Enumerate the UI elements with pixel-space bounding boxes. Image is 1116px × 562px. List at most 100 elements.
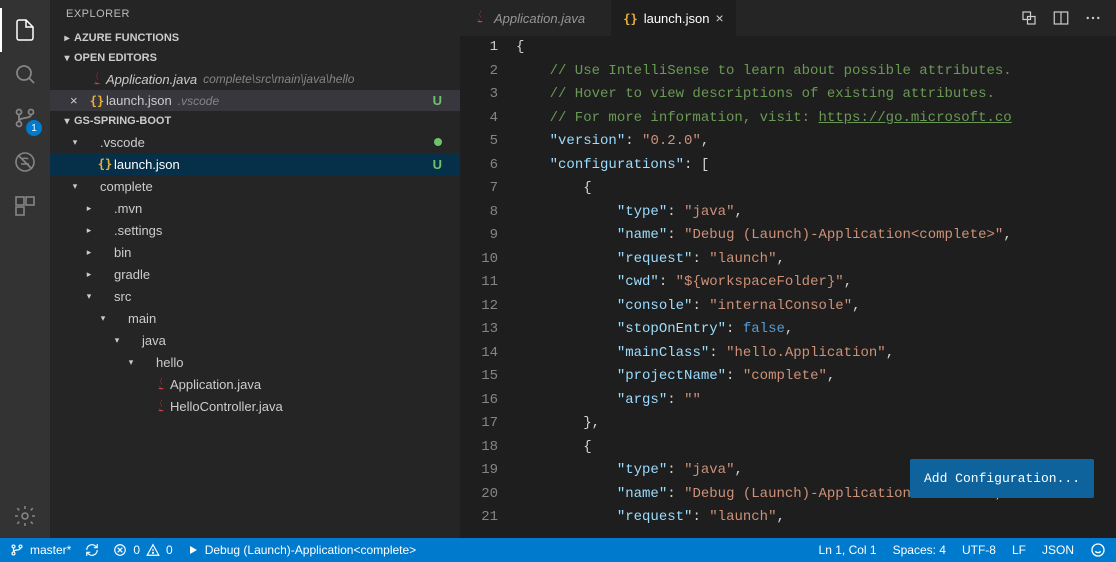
file-name: launch.json (106, 93, 172, 108)
tree-folder[interactable]: ▸ .settings (50, 219, 460, 241)
more-icon[interactable] (1084, 9, 1102, 27)
tree-file[interactable]: Application.java (50, 373, 460, 395)
tree-label: HelloController.java (170, 399, 283, 414)
tree-label: gradle (114, 267, 150, 282)
chevron-icon: ▸ (82, 203, 96, 214)
feedback-icon[interactable] (1090, 542, 1106, 558)
tree-label: .mvn (114, 201, 142, 216)
add-configuration-button[interactable]: Add Configuration... (910, 459, 1094, 499)
gear-icon (13, 504, 37, 528)
tree-folder[interactable]: ▸ gradle (50, 263, 460, 285)
status-encoding[interactable]: UTF-8 (962, 543, 996, 557)
git-status: U (433, 157, 454, 172)
file-icon: {} (623, 11, 637, 26)
chevron-icon: ▸ (82, 247, 96, 258)
file-icon (152, 398, 170, 414)
tree-label: .vscode (100, 135, 145, 150)
tree-label: java (142, 333, 166, 348)
close-icon[interactable]: × (715, 10, 723, 26)
file-icon (152, 376, 170, 392)
tree-label: main (128, 311, 156, 326)
chevron-icon: ▾ (110, 335, 124, 346)
editor-body[interactable]: 123456789101112131415161718192021 { // U… (460, 36, 1116, 538)
git-status: U (433, 93, 454, 108)
tree-label: hello (156, 355, 183, 370)
file-icon: {} (96, 157, 114, 171)
tree-label: .settings (114, 223, 162, 238)
section-azure[interactable]: ▸AZURE FUNCTIONS (50, 28, 460, 48)
activity-bar: 1 (0, 0, 50, 538)
files-icon (13, 18, 37, 42)
find-references-icon[interactable] (1020, 9, 1038, 27)
line-gutter: 123456789101112131415161718192021 (460, 36, 516, 538)
error-icon (113, 543, 127, 557)
section-workspace[interactable]: ▾GS-SPRING-BOOT (50, 111, 460, 131)
file-path: .vscode (178, 94, 219, 108)
status-problems[interactable]: 0 0 (113, 543, 172, 557)
tree-label: complete (100, 179, 153, 194)
sidebar-title: EXPLORER (50, 0, 460, 28)
status-sync[interactable] (85, 543, 99, 557)
branch-icon (10, 543, 24, 557)
tree-label: Application.java (170, 377, 261, 392)
status-position[interactable]: Ln 1, Col 1 (819, 543, 877, 557)
tree-label: bin (114, 245, 131, 260)
tree-folder[interactable]: ▾ java (50, 329, 460, 351)
chevron-icon: ▾ (124, 357, 138, 368)
chevron-icon: ▸ (82, 225, 96, 236)
tree-label: src (114, 289, 131, 304)
tree-folder[interactable]: ▸ bin (50, 241, 460, 263)
chevron-icon: ▾ (68, 137, 82, 148)
tree-file[interactable]: {}launch.json U (50, 153, 460, 175)
tree-folder[interactable]: ▾ main (50, 307, 460, 329)
status-debug-target[interactable]: Debug (Launch)-Application<complete> (187, 543, 416, 557)
editor-tab[interactable]: {} launch.json × (611, 0, 735, 36)
status-spaces[interactable]: Spaces: 4 (893, 543, 946, 557)
file-icon (472, 9, 488, 28)
activity-debug[interactable] (0, 140, 50, 184)
activity-scm[interactable]: 1 (0, 96, 50, 140)
open-editor-item[interactable]: ×{}launch.json .vscode U (50, 90, 460, 111)
chevron-icon: ▾ (96, 313, 110, 324)
split-editor-icon[interactable] (1052, 9, 1070, 27)
tab-label: Application.java (494, 11, 585, 26)
play-icon (187, 544, 199, 556)
tab-bar: Application.java× {} launch.json × (460, 0, 1116, 36)
file-icon (88, 71, 106, 87)
chevron-icon: ▾ (82, 291, 96, 302)
tree-folder[interactable]: ▸ .mvn (50, 197, 460, 219)
search-icon (13, 62, 37, 86)
extensions-icon (13, 194, 37, 218)
sync-icon (85, 543, 99, 557)
tree-folder[interactable]: ▾ hello (50, 351, 460, 373)
tree-file[interactable]: HelloController.java (50, 395, 460, 417)
no-bug-icon (13, 150, 37, 174)
file-path: complete\src\main\java\hello (203, 72, 354, 86)
section-open-editors[interactable]: ▾OPEN EDITORS (50, 48, 460, 68)
chevron-icon: ▾ (68, 181, 82, 192)
tree-folder[interactable]: ▾ .vscode (50, 131, 460, 153)
file-name: Application.java (106, 72, 197, 87)
file-icon: {} (88, 94, 106, 108)
tree-label: launch.json (114, 157, 180, 172)
scm-badge: 1 (26, 120, 42, 136)
modified-dot-icon (434, 138, 442, 146)
activity-search[interactable] (0, 52, 50, 96)
warning-icon (146, 543, 160, 557)
status-bar: master* 0 0 Debug (Launch)-Application<c… (0, 538, 1116, 562)
activity-extensions[interactable] (0, 184, 50, 228)
activity-explorer[interactable] (0, 8, 50, 52)
close-icon[interactable]: × (70, 93, 88, 108)
tab-label: launch.json (644, 11, 710, 26)
editor-tab[interactable]: Application.java× (460, 0, 611, 36)
editor-area: Application.java× {} launch.json × 12345678… (460, 0, 1116, 538)
sidebar: EXPLORER ▸AZURE FUNCTIONS ▾OPEN EDITORS … (50, 0, 460, 538)
tree-folder[interactable]: ▾ complete (50, 175, 460, 197)
chevron-icon: ▸ (82, 269, 96, 280)
status-eol[interactable]: LF (1012, 543, 1026, 557)
activity-settings[interactable] (0, 494, 50, 538)
status-lang[interactable]: JSON (1042, 543, 1074, 557)
status-branch[interactable]: master* (10, 543, 71, 557)
tree-folder[interactable]: ▾ src (50, 285, 460, 307)
open-editor-item[interactable]: ×Application.javacomplete\src\main\java\… (50, 68, 460, 90)
